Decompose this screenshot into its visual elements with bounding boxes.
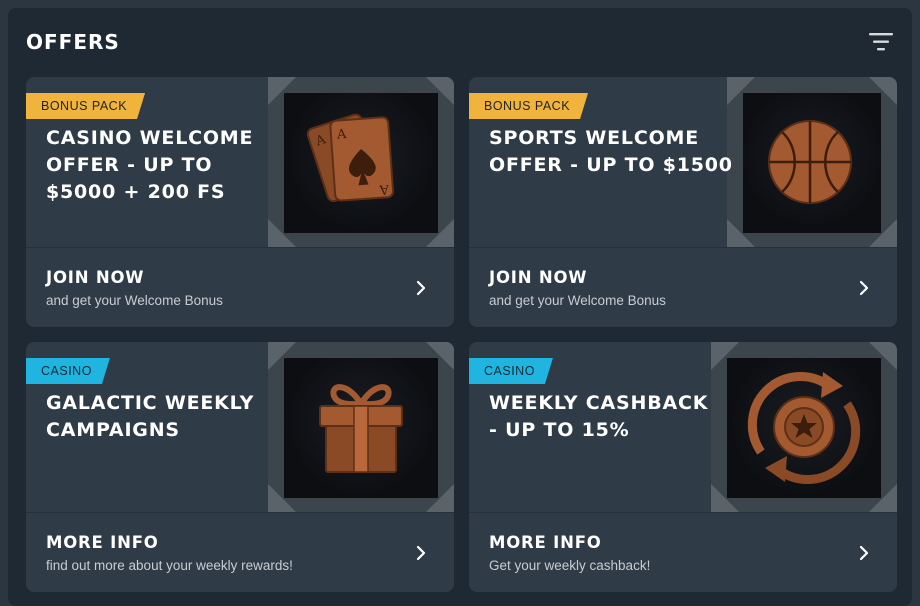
svg-text:A: A [378, 181, 390, 197]
chevron-right-icon [859, 280, 869, 296]
offer-badge: CASINO [26, 358, 110, 384]
offer-card-sports-welcome: BONUS PACK SPORTS WELCOME OFFER - UP TO … [469, 77, 897, 327]
basketball-icon [768, 120, 852, 204]
offer-title: GALACTIC WEEKLY CAMPAIGNS [46, 392, 255, 441]
chevron-right-icon [416, 545, 426, 561]
offer-title: SPORTS WELCOME OFFER - UP TO $1500 [489, 127, 733, 176]
cta-subtitle: find out more about your weekly rewards! [46, 558, 293, 573]
more-info-button[interactable]: MORE INFO Get your weekly cashback! [469, 513, 897, 592]
chevron-right-icon [859, 545, 869, 561]
join-now-button[interactable]: JOIN NOW and get your Welcome Bonus [26, 248, 454, 327]
offer-card-header: CASINO WEEKLY CASHBACK - UP TO 15% [469, 342, 897, 512]
offer-image-frame [727, 77, 897, 247]
offer-card-header: A A A BONUS PACK CASINO WELCOME OFFER - … [26, 77, 454, 247]
offer-badge: CASINO [469, 358, 553, 384]
offer-card-weekly-campaigns: CASINO GALACTIC WEEKLY CAMPAIGNS MORE IN… [26, 342, 454, 592]
cashback-chip-icon [747, 372, 861, 484]
offer-card-header: BONUS PACK SPORTS WELCOME OFFER - UP TO … [469, 77, 897, 247]
chevron-right-icon [416, 280, 426, 296]
offer-image-frame [268, 342, 454, 512]
cta-label: JOIN NOW [46, 268, 145, 287]
offer-card-weekly-cashback: CASINO WEEKLY CASHBACK - UP TO 15% MORE … [469, 342, 897, 592]
offer-card-header: CASINO GALACTIC WEEKLY CAMPAIGNS [26, 342, 454, 512]
cta-label: MORE INFO [489, 533, 602, 552]
offer-title: WEEKLY CASHBACK - UP TO 15% [489, 392, 709, 441]
cta-subtitle: and get your Welcome Bonus [489, 293, 666, 308]
offer-card-casino-welcome: A A A BONUS PACK CASINO WELCOME OFFER - … [26, 77, 454, 327]
cta-subtitle: Get your weekly cashback! [489, 558, 651, 573]
playing-cards-icon: A A A [306, 113, 395, 203]
filter-icon[interactable] [868, 30, 894, 54]
offer-title: CASINO WELCOME OFFER - UP TO $5000 + 200… [46, 127, 254, 203]
svg-text:A: A [335, 127, 347, 143]
cta-label: MORE INFO [46, 533, 159, 552]
more-info-button[interactable]: MORE INFO find out more about your weekl… [26, 513, 454, 592]
offer-badge: BONUS PACK [26, 93, 145, 119]
gift-box-icon [319, 384, 403, 473]
cta-label: JOIN NOW [489, 268, 588, 287]
offer-badge: BONUS PACK [469, 93, 588, 119]
page-title: OFFERS [26, 30, 120, 54]
cta-subtitle: and get your Welcome Bonus [46, 293, 223, 308]
offer-image-frame [711, 342, 897, 512]
join-now-button[interactable]: JOIN NOW and get your Welcome Bonus [469, 248, 897, 327]
offer-image-frame: A A A [268, 77, 454, 247]
